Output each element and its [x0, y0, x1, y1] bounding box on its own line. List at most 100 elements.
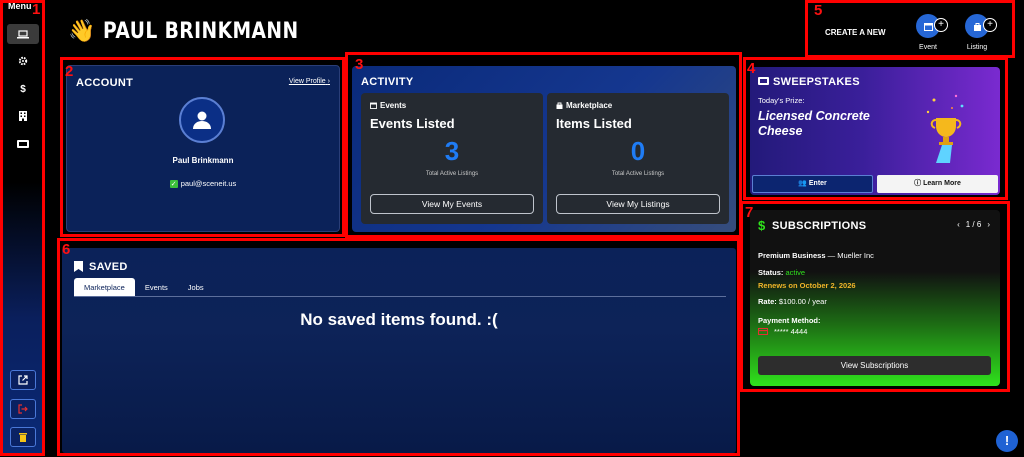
calendar-icon — [370, 102, 377, 109]
trophy-icon — [926, 94, 964, 163]
calendar-icon: + — [916, 14, 948, 38]
saved-panel: SAVED Marketplace Events Jobs No saved i… — [62, 248, 736, 453]
view-profile-link[interactable]: View Profile › — [289, 78, 330, 85]
marketplace-card: Marketplace Items Listed 0 Total Active … — [547, 93, 729, 224]
prize-name: Licensed Concrete Cheese — [758, 109, 870, 138]
create-listing-button[interactable]: + Listing — [965, 14, 997, 51]
status-badge: active — [785, 268, 806, 277]
annotation-label-4: 4 — [747, 60, 756, 77]
gear-icon — [18, 56, 28, 66]
activity-panel: ACTIVITY Events Events Listed 3 Total Ac… — [352, 66, 736, 232]
tab-marketplace[interactable]: Marketplace — [74, 278, 135, 296]
activity-title: ACTIVITY — [361, 76, 414, 88]
events-card: Events Events Listed 3 Total Active List… — [361, 93, 543, 224]
create-listing-label: Listing — [966, 44, 988, 51]
sidebar-item-tickets[interactable] — [7, 134, 39, 154]
account-title: ACCOUNT — [76, 77, 134, 89]
sidebar-item-settings[interactable] — [7, 51, 39, 71]
plan-line: Premium Business — Mueller Inc — [758, 251, 874, 260]
account-email: paul@sceneit.us — [180, 179, 237, 188]
account-name: Paul Brinkmann — [172, 156, 234, 165]
sidebar-delete-button[interactable] — [10, 427, 36, 447]
sweepstakes-panel: SWEEPSTAKES Today's Prize: Licensed Conc… — [750, 67, 1000, 195]
chevron-right-icon[interactable]: › — [987, 220, 990, 229]
external-link-icon — [18, 375, 28, 385]
create-new-label: CREATE A NEW — [825, 28, 886, 37]
tab-jobs[interactable]: Jobs — [178, 278, 214, 296]
dollar-icon: $ — [20, 83, 26, 95]
help-button[interactable]: ! — [996, 430, 1018, 452]
events-note: Total Active Listings — [425, 171, 479, 177]
payment-card: ***** 4444 — [758, 327, 807, 336]
laptop-icon — [17, 29, 29, 38]
rate-line: Rate: $100.00 / year — [758, 297, 827, 306]
marketplace-card-header: Marketplace — [556, 101, 612, 110]
tab-events[interactable]: Events — [135, 278, 178, 296]
trash-icon — [19, 433, 27, 442]
plan-company: Mueller Inc — [837, 251, 874, 260]
prize-label: Today's Prize: — [758, 96, 805, 105]
saved-tabs: Marketplace Events Jobs — [74, 278, 726, 297]
card-number: ***** 4444 — [774, 327, 808, 336]
plus-icon: + — [983, 18, 997, 32]
events-count: 3 — [444, 136, 460, 166]
items-count: 0 — [630, 136, 646, 166]
empty-state-message: No saved items found. :( — [300, 310, 498, 329]
chevron-left-icon[interactable]: ‹ — [957, 220, 960, 229]
page-header: 👋 PAUL BRINKMANN — [68, 18, 334, 44]
sidebar-logout-button[interactable] — [10, 399, 36, 419]
bag-icon: + — [965, 14, 997, 38]
sidebar-item-dashboard[interactable] — [7, 24, 39, 44]
payment-method-label: Payment Method: — [758, 316, 821, 325]
annotation-label-6: 6 — [62, 241, 71, 258]
view-my-listings-button[interactable]: View My Listings — [556, 194, 720, 214]
view-my-events-button[interactable]: View My Events — [370, 194, 534, 214]
renew-date: Renews on October 2, 2026 — [758, 281, 856, 290]
users-icon: 👥 — [798, 180, 807, 187]
menu-label: Menu — [8, 1, 32, 11]
annotation-label-3: 3 — [355, 56, 364, 73]
pager-text: 1 / 6 — [965, 220, 982, 229]
subscriptions-title: SUBSCRIPTIONS — [772, 220, 867, 232]
annotation-label-5: 5 — [814, 2, 823, 19]
view-subscriptions-button[interactable]: View Subscriptions — [758, 356, 991, 375]
annotation-label-2: 2 — [65, 63, 74, 80]
plan-name: Premium Business — [758, 251, 826, 260]
ticket-icon — [758, 77, 769, 85]
status-line: Status: active — [758, 268, 806, 277]
sweepstakes-title: SWEEPSTAKES — [773, 76, 860, 88]
rate-value: $100.00 / year — [778, 297, 827, 306]
dollar-icon: $ — [758, 218, 766, 233]
sidebar-item-business[interactable] — [7, 106, 39, 126]
wave-icon: 👋 — [68, 18, 96, 43]
page-title: PAUL BRINKMANN — [103, 18, 299, 44]
chevron-right-icon: › — [327, 78, 330, 85]
items-note: Total Active Listings — [611, 171, 665, 177]
account-email-row: ✓ paul@sceneit.us — [67, 179, 339, 188]
sidebar: Menu $ — [2, 0, 44, 455]
create-new-bar: CREATE A NEW + Event + Listing — [808, 4, 1012, 56]
create-event-label: Event — [919, 44, 937, 51]
subscriptions-pager: ‹ 1 / 6 › — [957, 220, 990, 229]
bookmark-icon — [74, 261, 83, 272]
sidebar-item-billing[interactable]: $ — [7, 79, 39, 99]
enter-sweepstakes-button[interactable]: 👥 Enter — [752, 175, 873, 193]
verified-check-icon: ✓ — [169, 179, 178, 188]
credit-card-icon — [758, 328, 768, 335]
create-event-button[interactable]: + Event — [916, 14, 948, 51]
ticket-icon — [17, 140, 29, 148]
events-card-header: Events — [370, 101, 406, 110]
plus-icon: + — [934, 18, 948, 32]
user-icon — [193, 111, 211, 129]
logout-icon — [18, 404, 28, 414]
items-listed-heading: Items Listed — [556, 116, 632, 131]
events-listed-heading: Events Listed — [370, 116, 455, 131]
sidebar-external-link-button[interactable] — [10, 370, 36, 390]
learn-more-button[interactable]: ⓘ Learn More — [877, 175, 998, 193]
building-icon — [19, 111, 27, 121]
info-icon: ⓘ — [914, 180, 922, 187]
saved-title: SAVED — [89, 261, 128, 273]
bag-icon — [556, 102, 563, 109]
subscriptions-panel: $ SUBSCRIPTIONS ‹ 1 / 6 › Premium Busine… — [750, 210, 1000, 386]
annotation-label-7: 7 — [745, 204, 754, 221]
